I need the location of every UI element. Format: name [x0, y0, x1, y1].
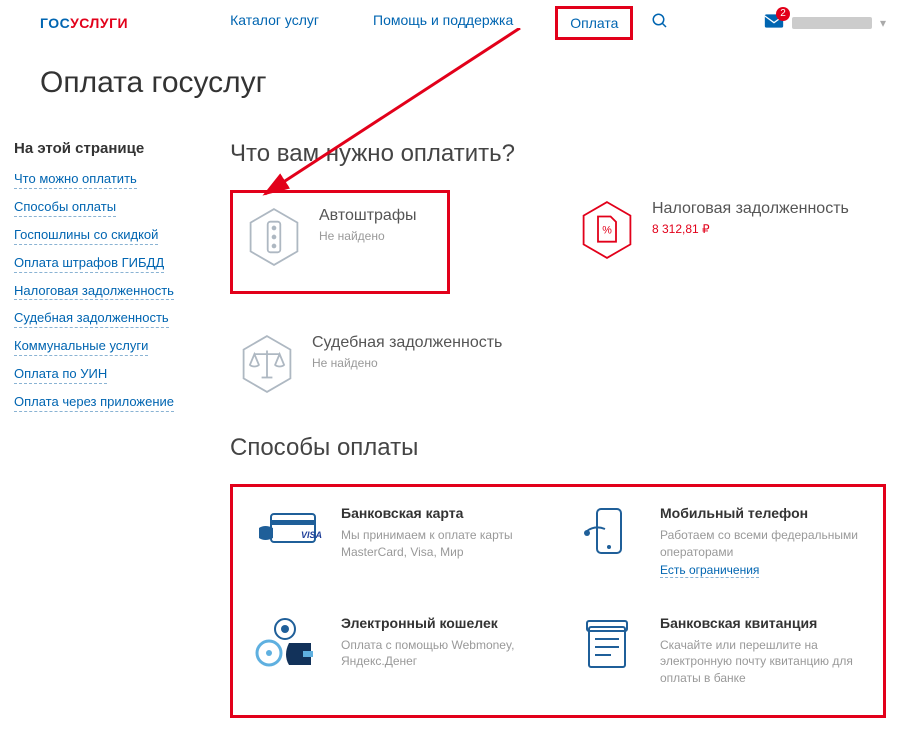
method-mobile-link[interactable]: Есть ограничения — [660, 563, 759, 578]
sidebar-link-app[interactable]: Оплата через приложение — [14, 394, 174, 412]
method-receipt-title: Банковская квитанция — [660, 615, 863, 631]
svg-text:%: % — [602, 225, 612, 237]
bank-card-icon: VISA — [253, 505, 323, 561]
traffic-light-icon — [247, 207, 301, 267]
sidebar-title: На этой странице — [14, 140, 210, 157]
mobile-phone-icon — [572, 505, 642, 561]
user-name-redacted — [792, 17, 872, 29]
fines-status: Не найдено — [319, 229, 417, 243]
sidebar-link-court[interactable]: Судебная задолженность — [14, 310, 169, 328]
search-button[interactable] — [651, 12, 669, 35]
heading-methods: Способы оплаты — [230, 434, 886, 462]
fines-title: Автоштрафы — [319, 207, 417, 225]
method-mobile-title: Мобильный телефон — [660, 505, 863, 521]
method-card-title: Банковская карта — [341, 505, 544, 521]
method-wallet-title: Электронный кошелек — [341, 615, 544, 631]
search-icon — [651, 12, 669, 30]
sidebar: На этой странице Что можно оплатить Спос… — [10, 140, 210, 422]
nav-payment[interactable]: Оплата — [555, 6, 633, 40]
method-receipt[interactable]: Банковская квитанция Скачайте или перешл… — [572, 615, 863, 687]
sidebar-link-what[interactable]: Что можно оплатить — [14, 171, 137, 189]
nav-catalog[interactable]: Каталог услуг — [218, 6, 331, 40]
logo-part1: ГОС — [40, 15, 70, 31]
sidebar-link-duty[interactable]: Госпошлины со скидкой — [14, 227, 158, 245]
chevron-down-icon: ▾ — [880, 16, 886, 30]
scales-icon — [240, 334, 294, 394]
receipt-icon — [572, 615, 642, 671]
mail-badge: 2 — [776, 7, 790, 21]
method-mobile[interactable]: Мобильный телефон Работаем со всеми феде… — [572, 505, 863, 579]
sidebar-link-gibdd[interactable]: Оплата штрафов ГИБДД — [14, 255, 164, 273]
tax-title: Налоговая задолженность — [652, 200, 849, 218]
ewallet-icon — [253, 615, 323, 671]
method-card[interactable]: VISA Банковская карта Мы принимаем к опл… — [253, 505, 544, 579]
mail-button[interactable]: 2 — [764, 13, 784, 34]
court-title: Судебная задолженность — [312, 334, 502, 352]
methods-box: VISA Банковская карта Мы принимаем к опл… — [230, 484, 886, 718]
main-content: Что вам нужно оплатить? Автоштрафы Не на… — [230, 140, 886, 718]
method-card-sub: Мы принимаем к оплате карты MasterCard, … — [341, 527, 544, 561]
method-wallet[interactable]: Электронный кошелек Оплата с помощью Web… — [253, 615, 544, 687]
court-status: Не найдено — [312, 356, 502, 370]
card-court[interactable]: Судебная задолженность Не найдено — [230, 324, 530, 404]
heading-what-to-pay: Что вам нужно оплатить? — [230, 140, 886, 168]
logo-part2: УСЛУГИ — [70, 15, 128, 31]
method-mobile-sub: Работаем со всеми федеральными оператора… — [660, 527, 863, 561]
page-title: Оплата госуслуг — [0, 46, 906, 110]
user-area[interactable]: 2 ▾ — [764, 13, 886, 34]
header: ГОСУСЛУГИ Каталог услуг Помощь и поддерж… — [0, 0, 906, 46]
top-nav: Каталог услуг Помощь и поддержка Оплата — [218, 6, 633, 40]
sidebar-link-methods[interactable]: Способы оплаты — [14, 199, 116, 217]
card-tax[interactable]: % Налоговая задолженность 8 312,81 ₽ — [570, 190, 870, 294]
sidebar-link-uin[interactable]: Оплата по УИН — [14, 366, 107, 384]
sidebar-link-tax[interactable]: Налоговая задолженность — [14, 283, 174, 301]
svg-text:VISA: VISA — [301, 530, 322, 540]
percent-doc-icon: % — [580, 200, 634, 260]
nav-support[interactable]: Помощь и поддержка — [361, 6, 525, 40]
sidebar-link-utilities[interactable]: Коммунальные услуги — [14, 338, 148, 356]
card-fines[interactable]: Автоштрафы Не найдено — [230, 190, 450, 294]
logo[interactable]: ГОСУСЛУГИ — [40, 15, 128, 31]
method-wallet-sub: Оплата с помощью Webmoney, Яндекс.Денег — [341, 637, 544, 671]
tax-status: 8 312,81 ₽ — [652, 222, 849, 236]
method-receipt-sub: Скачайте или перешлите на электронную по… — [660, 637, 863, 687]
